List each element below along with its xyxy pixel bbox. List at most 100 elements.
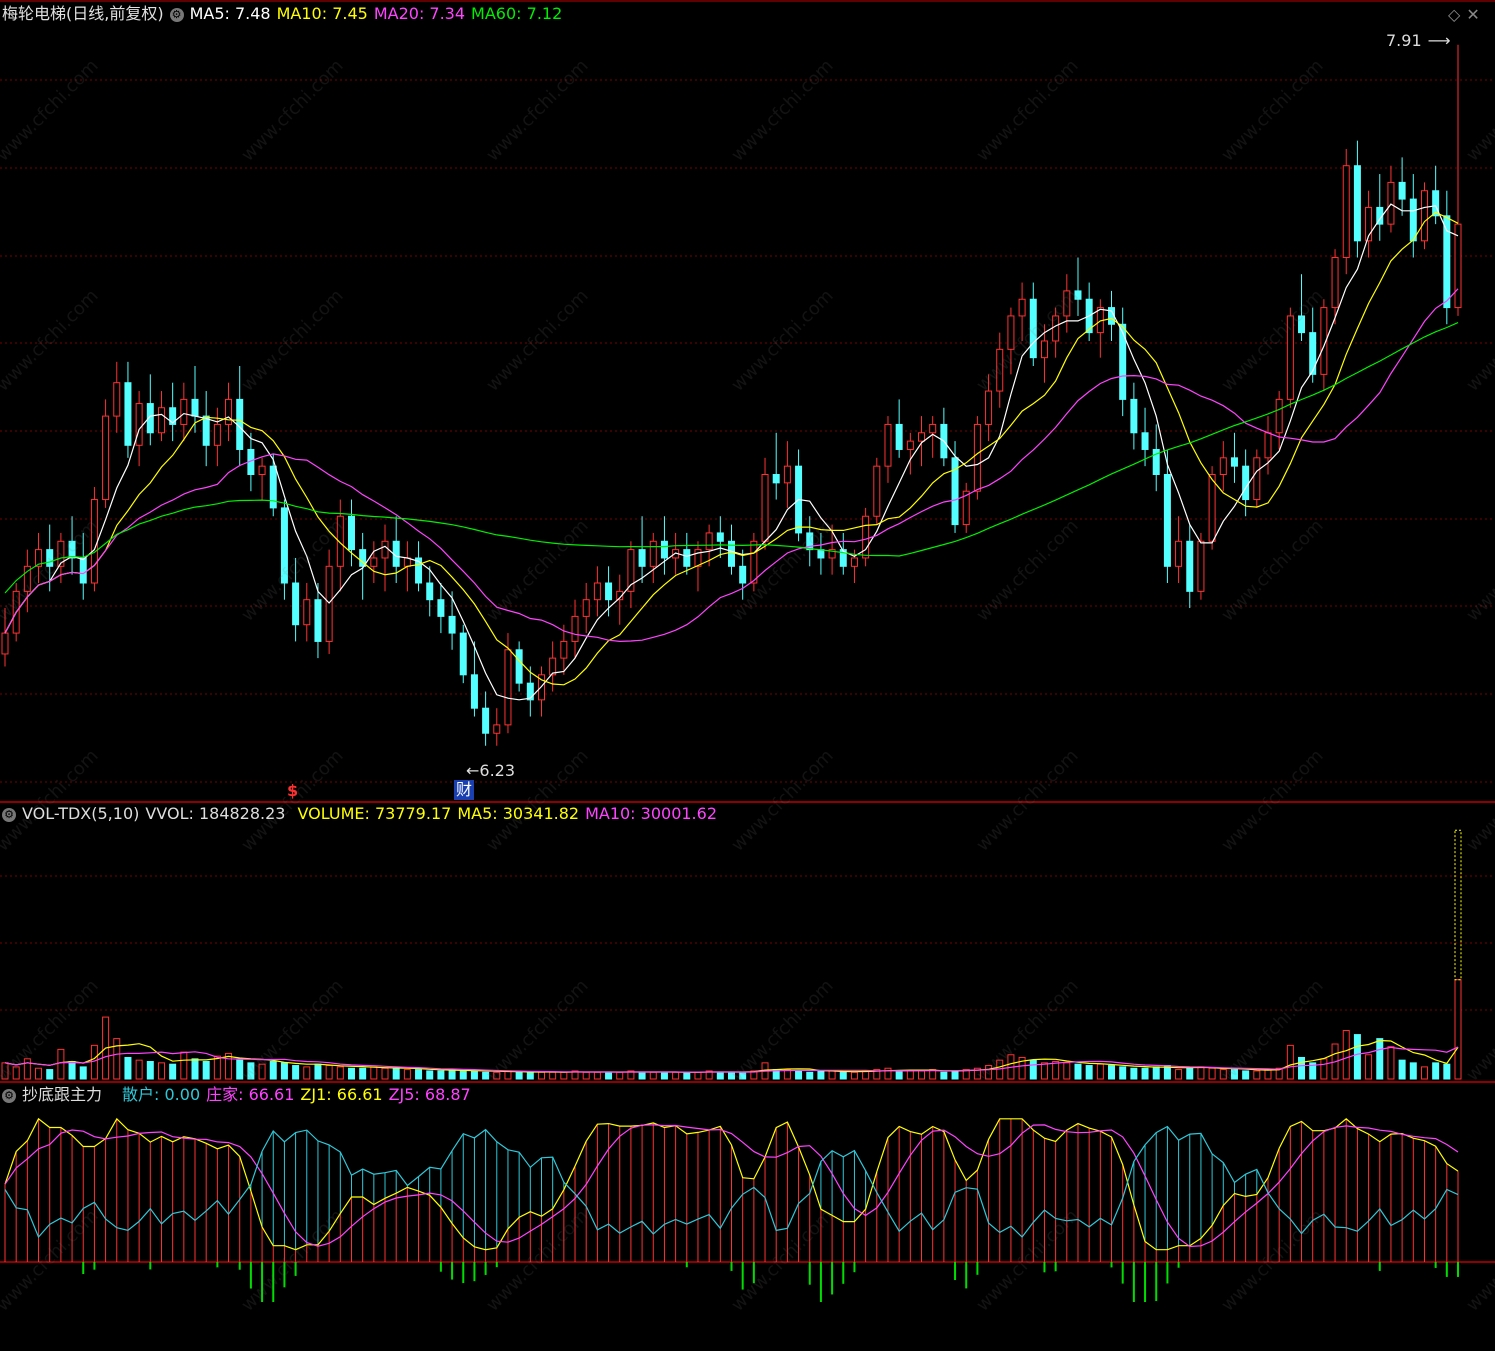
volume-bar: [448, 1069, 456, 1080]
ma10-line: [4, 211, 1459, 686]
candle-body: [225, 398, 233, 425]
volume-bar: [1096, 1063, 1104, 1080]
candle-body: [135, 403, 143, 446]
volume-bar: [906, 1070, 914, 1080]
candle-body: [370, 557, 378, 567]
candle-body: [90, 499, 98, 584]
candle-body: [605, 582, 613, 601]
volume-bar: [57, 1048, 65, 1080]
candle-body: [884, 423, 892, 467]
volume-bar: [985, 1065, 993, 1080]
candle-body: [1163, 474, 1171, 567]
main-header: 梅轮电梯(日线,前复权) ⚙ MA5: 7.48 MA10: 7.45 MA20: 7.…: [2, 4, 568, 24]
ma5-label: MA5: 7.48: [189, 4, 271, 23]
volume-bar: [169, 1063, 177, 1080]
volume-bar: [716, 1071, 724, 1080]
volume-bar: [292, 1065, 300, 1080]
settings-icon[interactable]: ⚙: [169, 7, 184, 22]
candle-body: [638, 549, 646, 567]
volume-bar: [649, 1071, 657, 1080]
volume-ma5-line: [4, 1039, 1459, 1073]
volume-bar: [537, 1071, 545, 1080]
candle-body: [929, 423, 937, 434]
volume-bar: [616, 1071, 624, 1080]
volume-bar: [392, 1067, 400, 1080]
candle-body: [985, 390, 993, 425]
candle-body: [1275, 398, 1283, 434]
financial-report-marker[interactable]: 财: [454, 780, 475, 800]
candle-body: [1029, 298, 1037, 359]
zj5-label: ZJ5: 68.87: [388, 1085, 471, 1104]
volume-bar: [1320, 1058, 1328, 1080]
volume-bar: [638, 1071, 646, 1080]
close-icon[interactable]: ✕: [1466, 5, 1479, 24]
candle-body: [1230, 457, 1238, 467]
volume-bar: [459, 1070, 467, 1080]
volume-bar: [1443, 1063, 1451, 1080]
volume-bar: [683, 1071, 691, 1080]
volume-bar: [806, 1071, 814, 1080]
candle-body: [973, 423, 981, 492]
candle-body: [1454, 223, 1462, 309]
volume-ma10-line: [4, 1046, 1459, 1073]
candle-body: [783, 465, 791, 484]
sanhu-label: 散户: 0.00: [122, 1085, 201, 1104]
volume-settings-icon[interactable]: ⚙: [2, 807, 16, 822]
candle-body: [1197, 540, 1205, 592]
ma10-label: MA10: 7.45: [276, 4, 368, 23]
candle-body: [213, 423, 221, 446]
candle-body: [918, 432, 926, 442]
candle-body: [448, 615, 456, 634]
volume-bar: [940, 1071, 948, 1080]
candle-body: [79, 557, 87, 584]
stock-chart: [0, 0, 1495, 1302]
volume-bar: [1040, 1062, 1048, 1080]
volume-bar: [1264, 1069, 1272, 1080]
candle-body: [437, 599, 445, 617]
candle-body: [1387, 181, 1395, 225]
diamond-icon[interactable]: ◇: [1448, 5, 1460, 24]
volume-bar: [191, 1058, 199, 1080]
volume-bar: [1230, 1069, 1238, 1080]
candle-body: [303, 599, 311, 626]
candle-body: [1141, 432, 1149, 450]
volume-bar: [347, 1067, 355, 1080]
candle-body: [1342, 165, 1350, 259]
volume-bar: [817, 1070, 825, 1080]
volume-bar: [113, 1038, 121, 1080]
volume-bar: [850, 1071, 858, 1080]
candle-body: [1420, 190, 1428, 242]
volume-bar: [415, 1069, 423, 1080]
volume-bar: [605, 1071, 613, 1080]
candle-body: [482, 707, 490, 734]
volume-bar: [1420, 1066, 1428, 1080]
vol-ma5-label: MA5: 30341.82: [457, 804, 580, 823]
volume-bar: [1409, 1062, 1417, 1080]
volume-bar: [236, 1059, 244, 1080]
candle-body: [292, 582, 300, 626]
vvol-label: VVOL: 184828.23: [145, 804, 286, 823]
volume-bar: [79, 1066, 87, 1080]
volume-bar: [560, 1071, 568, 1080]
volume-bar: [1253, 1070, 1261, 1080]
candle-body: [515, 649, 523, 684]
candle-body: [1007, 315, 1015, 350]
candlesticks: [1, 44, 1462, 746]
volume-value-label: VOLUME: 73779.17: [297, 804, 452, 823]
ma60-label: MA60: 7.12: [471, 4, 563, 23]
volume-peak-bar: [1454, 829, 1462, 981]
dividend-marker[interactable]: $: [287, 781, 298, 801]
volume-bar: [1029, 1059, 1037, 1080]
volume-bar: [359, 1067, 367, 1080]
volume-bar: [1219, 1069, 1227, 1080]
candle-body: [996, 348, 1004, 392]
candle-body: [1242, 465, 1250, 501]
volume-ma-lines: [4, 1039, 1459, 1073]
candle-body: [102, 415, 110, 501]
indicator-settings-icon[interactable]: ⚙: [2, 1088, 16, 1103]
volume-bar: [280, 1062, 288, 1080]
volume-bar: [660, 1071, 668, 1080]
volume-bar: [135, 1059, 143, 1080]
candle-body: [1, 632, 9, 655]
indicator-header: ⚙ 抄底跟主力 散户: 0.00 庄家: 66.61 ZJ1: 66.61 ZJ5: 68…: [2, 1085, 477, 1105]
